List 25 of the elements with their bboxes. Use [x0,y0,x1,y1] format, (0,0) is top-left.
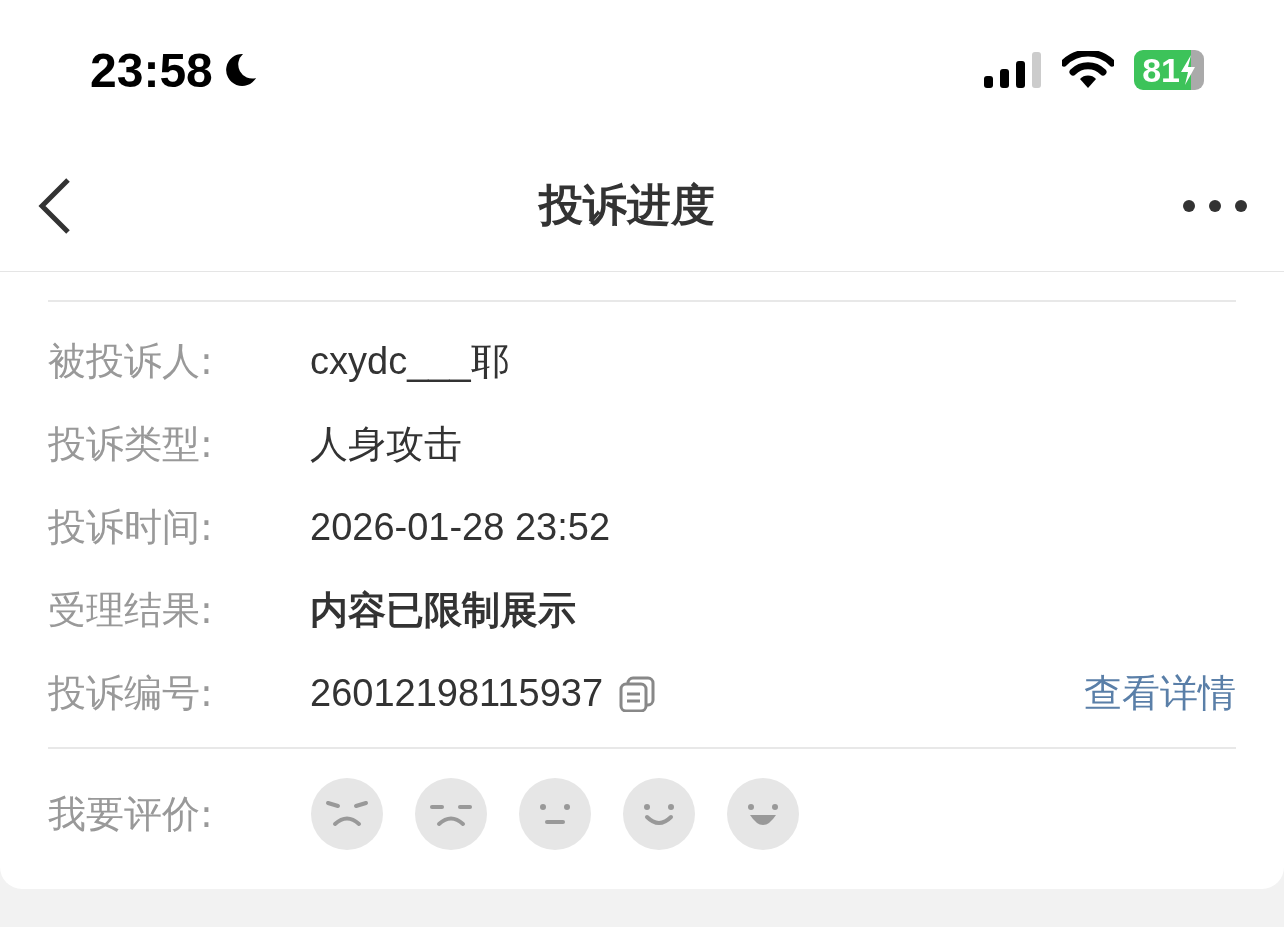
rating-face-icon[interactable] [622,777,696,851]
detail-value: 人身攻击 [310,422,462,467]
rating-face-icon[interactable] [518,777,592,851]
view-details-link[interactable]: 查看详情 [1084,668,1236,719]
status-time: 23:58 [90,42,213,98]
detail-value: 内容已限制展示 [310,588,576,633]
signal-icon [984,52,1043,88]
detail-label: 被投诉人: [48,338,214,385]
rating-face-icon[interactable] [726,777,800,851]
rating-label: 我要评价: [48,790,214,838]
rating-face-icon[interactable] [414,777,488,851]
detail-value: cxydc___耶 [310,339,509,384]
detail-label: 投诉类型: [48,421,214,468]
detail-value: 2026-01-28 23:52 [310,506,611,549]
detail-value: 26012198115937 [310,672,604,715]
detail-label: 受理结果: [48,587,214,634]
wifi-icon [1062,51,1115,89]
detail-label: 投诉编号: [48,670,214,717]
page-title: 投诉进度 [539,178,715,232]
rating-face-icon[interactable] [310,777,384,851]
back-icon[interactable] [36,175,72,236]
copy-icon[interactable] [619,675,656,712]
detail-label: 投诉时间: [48,504,214,551]
battery-icon: 81 [1134,50,1204,90]
more-icon[interactable] [1182,198,1248,213]
